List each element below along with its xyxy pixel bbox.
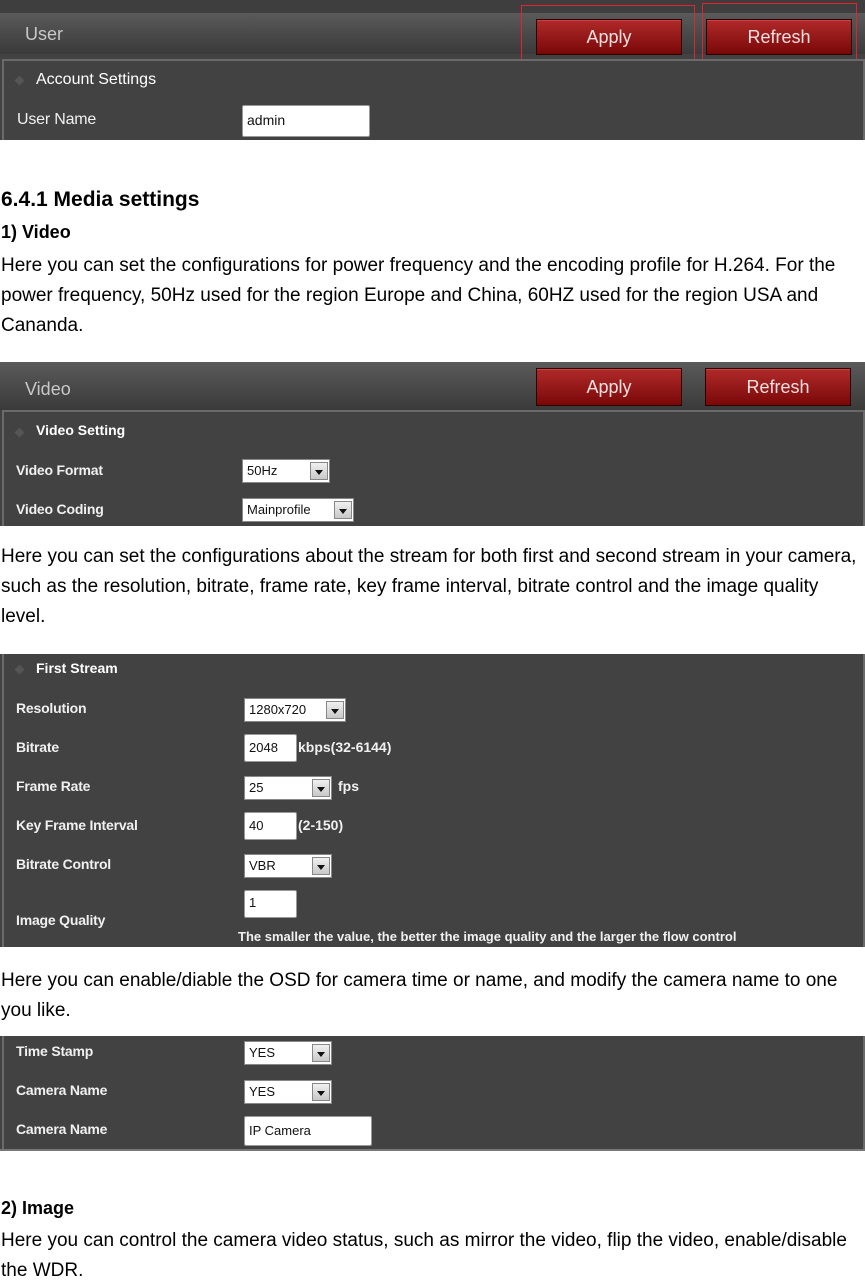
section-heading: 6.4.1 Media settings: [1, 188, 200, 211]
bitrate-input[interactable]: 2048: [244, 734, 297, 762]
key-frame-range-hint: (2-150): [298, 817, 344, 833]
video-format-label: Video Format: [16, 462, 103, 478]
image-paragraph: Here you can control the camera video st…: [1, 1230, 847, 1281]
chevron-down-icon[interactable]: [312, 1044, 330, 1062]
time-stamp-value: YES: [249, 1045, 276, 1060]
resolution-value: 1280x720: [249, 702, 307, 717]
time-stamp-select[interactable]: YES: [244, 1041, 332, 1065]
bitrate-control-label: Bitrate Control: [16, 856, 112, 872]
user-panel-title: User: [25, 24, 64, 44]
first-stream-title: First Stream: [36, 660, 118, 676]
video-panel-title: Video: [25, 379, 71, 399]
video-format-select[interactable]: 50Hz: [242, 459, 330, 483]
video-coding-label: Video Coding: [16, 501, 104, 517]
image-heading: 2) Image: [1, 1198, 75, 1218]
frame-rate-label: Frame Rate: [16, 778, 91, 794]
video-apply-button[interactable]: Apply: [536, 368, 682, 406]
video-format-value: 50Hz: [247, 463, 278, 478]
image-quality-hint: The smaller the value, the better the im…: [238, 929, 737, 944]
chevron-down-icon[interactable]: [312, 779, 330, 797]
camera-name-toggle-value: YES: [249, 1084, 276, 1099]
video-coding-select[interactable]: Mainprofile: [242, 498, 354, 522]
resolution-select[interactable]: 1280x720: [244, 698, 346, 722]
user-panel-body: Account Settings User Name admin: [2, 59, 865, 140]
bitrate-control-value: VBR: [249, 858, 276, 873]
group-bullet-icon: [14, 664, 25, 675]
osd-panel: Time Stamp YES Camera Name YES Camera Na…: [0, 1036, 865, 1151]
video-paragraph: Here you can set the configurations for …: [1, 255, 836, 336]
time-stamp-label: Time Stamp: [16, 1043, 94, 1059]
camera-name-label: Camera Name: [16, 1121, 108, 1137]
video-coding-value: Mainprofile: [247, 502, 311, 517]
camera-name-input[interactable]: IP Camera: [244, 1116, 372, 1146]
first-stream-body: First Stream Resolution 1280x720 Bitrate…: [2, 654, 865, 947]
user-name-label: User Name: [17, 111, 97, 128]
osd-body: Time Stamp YES Camera Name YES Camera Na…: [2, 1036, 865, 1149]
user-name-input[interactable]: admin: [242, 105, 370, 137]
chevron-down-icon[interactable]: [312, 1083, 330, 1101]
resolution-label: Resolution: [16, 700, 87, 716]
key-frame-interval-label: Key Frame Interval: [16, 817, 138, 833]
frame-rate-unit: fps: [338, 778, 359, 794]
image-quality-input[interactable]: 1: [244, 890, 297, 918]
video-panel-body: Video Setting Video Format 50Hz Video Co…: [2, 410, 865, 526]
chevron-down-icon[interactable]: [334, 501, 352, 519]
image-quality-label: Image Quality: [16, 912, 106, 928]
camera-name-toggle-label: Camera Name: [16, 1082, 108, 1098]
first-stream-panel: First Stream Resolution 1280x720 Bitrate…: [0, 654, 865, 947]
video-refresh-button[interactable]: Refresh: [705, 368, 851, 406]
camera-name-toggle-select[interactable]: YES: [244, 1080, 332, 1104]
group-bullet-icon: [14, 75, 25, 86]
video-heading: 1) Video: [1, 222, 71, 242]
frame-rate-select[interactable]: 25: [244, 776, 332, 800]
account-settings-title: Account Settings: [36, 71, 157, 88]
video-setting-title: Video Setting: [36, 422, 126, 438]
stream-paragraph: Here you can set the configurations abou…: [1, 546, 857, 627]
bitrate-range-hint: kbps(32-6144): [298, 739, 392, 755]
chevron-down-icon[interactable]: [326, 701, 344, 719]
video-settings-panel: Video Apply Refresh Video Setting Video …: [0, 362, 865, 526]
frame-rate-value: 25: [249, 780, 264, 795]
group-bullet-icon: [14, 427, 25, 438]
bitrate-control-select[interactable]: VBR: [244, 854, 332, 878]
user-settings-panel: User Apply Refresh Account Settings User…: [0, 0, 865, 140]
key-frame-interval-input[interactable]: 40: [244, 812, 297, 840]
chevron-down-icon[interactable]: [312, 857, 330, 875]
bitrate-label: Bitrate: [16, 739, 59, 755]
chevron-down-icon[interactable]: [310, 462, 328, 480]
osd-paragraph: Here you can enable/diable the OSD for c…: [1, 970, 838, 1021]
